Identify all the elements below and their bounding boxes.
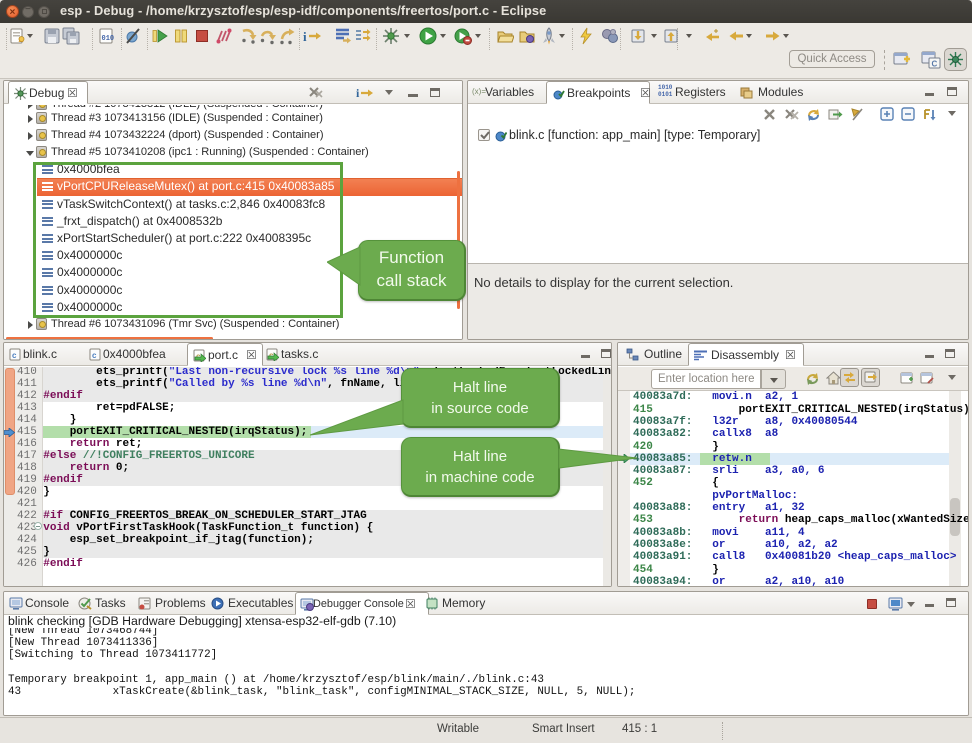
svg-text:010: 010 <box>102 35 115 43</box>
svg-text:C: C <box>932 60 938 69</box>
svg-text:c: c <box>12 351 17 360</box>
svg-text:i: i <box>303 29 307 44</box>
svg-text:i: i <box>356 86 360 100</box>
svg-text:c: c <box>92 351 97 360</box>
